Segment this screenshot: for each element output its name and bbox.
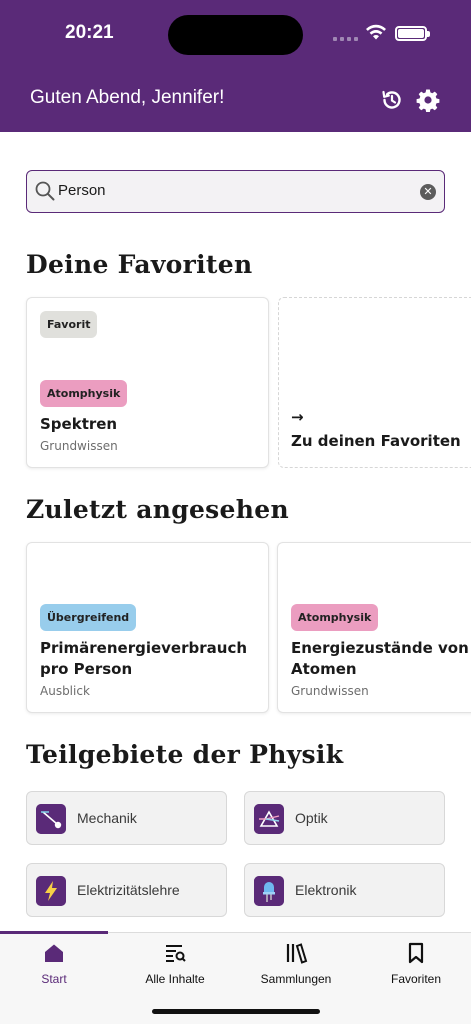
topic-label: Elektrizitätslehre [77,882,180,898]
home-indicator [152,1009,320,1014]
list-search-icon [166,945,186,962]
topic-mechanik[interactable]: Mechanik [26,791,227,845]
status-time: 20:21 [65,22,114,43]
card-subtitle: Ausblick [40,684,90,698]
clear-search-icon[interactable]: ✕ [420,184,436,200]
category-badge: Übergreifend [40,604,137,631]
topic-optik[interactable]: Optik [244,791,445,845]
category-badge: Atomphysik [40,380,128,407]
tab-label: Favoriten [390,972,442,986]
recent-card[interactable]: Übergreifend Primärenergieverbrauch pro … [26,542,269,713]
card-subtitle: Grundwissen [40,439,118,453]
to-favorites-card[interactable]: → Zu deinen Favoriten [278,297,471,468]
favorite-tag: Favorit [40,311,98,338]
search-input[interactable]: Person [58,182,106,199]
wifi-icon [366,24,386,40]
favorite-card[interactable]: Favorit Atomphysik Spektren Grundwissen [26,297,269,468]
card-title: Energiezustände von Atomen [291,639,469,678]
tab-favoriten[interactable]: Favoriten [357,941,471,986]
topic-elektronik[interactable]: Elektronik [244,863,445,917]
arrow-right-icon: → [291,408,304,426]
topic-label: Optik [295,810,328,826]
to-favorites-label: Zu deinen Favoriten [291,432,461,450]
topic-label: Mechanik [77,810,137,826]
led-icon [254,876,284,906]
topic-elektrizitaetslehre[interactable]: Elektrizitätslehre [26,863,227,917]
favorites-heading: Deine Favoriten [26,250,253,279]
card-title: Primärenergieverbrauch pro Person [40,639,248,678]
tab-start[interactable]: Start [0,941,113,986]
cellular-signal-icon [333,37,358,41]
topic-label: Elektronik [295,882,357,898]
bookmark-icon [408,942,424,964]
prism-icon [254,804,284,834]
dynamic-island [168,15,303,55]
search-icon [35,181,55,201]
search-field[interactable]: Person ✕ [26,170,445,213]
card-title: Spektren [40,415,118,433]
tab-label: Start [41,972,67,986]
tab-sammlungen[interactable]: Sammlungen [237,941,355,986]
greeting: Guten Abend, Jennifer! [30,87,225,108]
app-header: 20:21 Guten Abend, Jennifer! [0,0,471,132]
recent-heading: Zuletzt angesehen [26,495,289,524]
pendulum-icon [36,804,66,834]
collections-icon [286,943,308,964]
tab-label: Sammlungen [260,972,332,986]
gear-icon[interactable] [416,88,440,112]
home-icon [45,944,63,962]
recent-card[interactable]: Atomphysik Energiezustände von Atomen Gr… [277,542,471,713]
battery-icon [395,26,430,41]
category-badge: Atomphysik [291,604,379,631]
tab-label: Alle Inhalte [145,972,205,986]
topics-heading: Teilgebiete der Physik [26,740,344,769]
active-tab-indicator [0,931,108,934]
history-icon[interactable] [380,88,404,112]
tab-alle-inhalte[interactable]: Alle Inhalte [116,941,234,986]
card-subtitle: Grundwissen [291,684,369,698]
lightning-icon [36,876,66,906]
